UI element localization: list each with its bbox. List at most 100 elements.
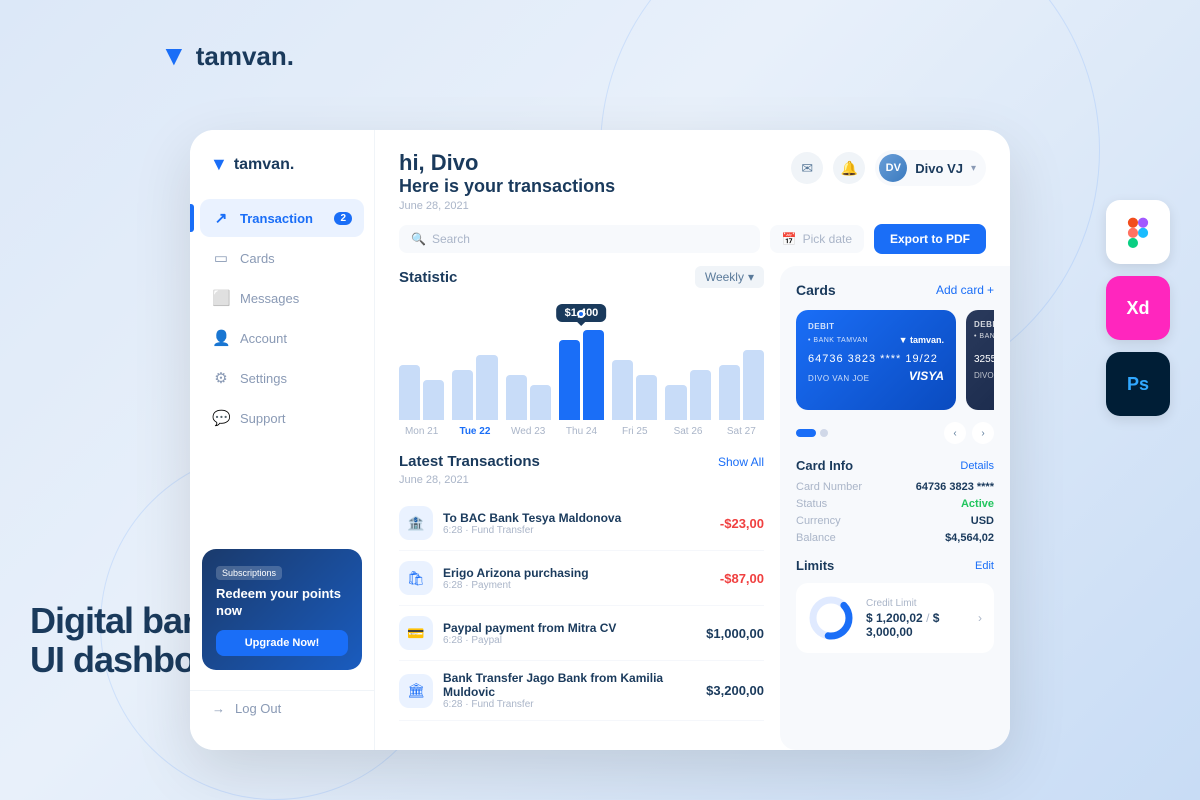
mail-icon-button[interactable]: ✉ [791, 152, 823, 184]
sidebar-item-cards[interactable]: ▭ Cards [200, 239, 364, 277]
date-picker-placeholder: Pick date [803, 232, 852, 246]
chevron-down-icon: ▾ [748, 270, 754, 284]
tx-name: Erigo Arizona purchasing [443, 566, 710, 580]
card-info-section: Card Info Details Card Number 64736 3823… [796, 458, 994, 544]
sidebar-logo: ▼ tamvan. [190, 154, 374, 199]
transaction-icon: ↗ [212, 209, 230, 227]
limits-info: Credit Limit $ 1,200,02 / $ 3,000,00 [866, 598, 966, 639]
top-logo: ▼ tamvan. [160, 40, 294, 72]
statistic-header: Statistic Weekly ▾ [399, 266, 764, 288]
tx-sub: 6:28 · Paypal [443, 635, 696, 646]
logout-label: Log Out [235, 701, 281, 716]
sidebar-item-messages[interactable]: ⬜ Messages [200, 279, 364, 317]
right-column: Cards Add card + DEBIT • BANK TAMVAN ▼ t… [780, 266, 1010, 750]
chart-label-mon: Mon 21 [399, 426, 444, 437]
notification-icon-button[interactable]: 🔔 [833, 152, 865, 184]
bar-left-active [559, 340, 580, 420]
user-name: Divo VJ [915, 161, 963, 176]
sidebar-item-account[interactable]: 👤 Account [200, 319, 364, 357]
transactions-title: Latest Transactions [399, 453, 540, 470]
bar-group-wed [506, 375, 551, 420]
credit-card-primary[interactable]: DEBIT • BANK TAMVAN ▼ tamvan. 64736 3823… [796, 310, 956, 410]
tx-amount: -$23,00 [720, 516, 764, 531]
date-picker[interactable]: 📅 Pick date [770, 225, 864, 253]
account-icon: 👤 [212, 329, 230, 347]
tx-info: Erigo Arizona purchasing 6:28 · Payment [443, 566, 710, 591]
bar-group-sat26 [665, 370, 710, 420]
tx-name: Bank Transfer Jago Bank from Kamilia Mul… [443, 671, 696, 699]
bar-left [399, 365, 420, 420]
bar-left [612, 360, 633, 420]
chart-label-tue: Tue 22 [452, 426, 497, 437]
tx-name: To BAC Bank Tesya Maldonova [443, 511, 710, 525]
sidebar-item-label: Messages [240, 291, 299, 306]
info-row-status: Status Active [796, 498, 994, 510]
search-icon: 🔍 [411, 232, 426, 246]
adobe-xd-label: Xd [1126, 298, 1149, 319]
info-label: Status [796, 498, 827, 510]
sidebar-logo-text: tamvan. [234, 156, 294, 174]
info-value: $4,564,02 [945, 532, 994, 544]
bar-right [690, 370, 711, 420]
bar-right-active [583, 330, 604, 420]
greeting-title: hi, Divo [399, 150, 615, 176]
next-arrow-button[interactable]: › [972, 422, 994, 444]
chart-label-fri: Fri 25 [612, 426, 657, 437]
upgrade-button[interactable]: Upgrade Now! [216, 630, 348, 656]
adobe-xd-icon-box: Xd [1106, 276, 1170, 340]
sidebar: ▼ tamvan. ↗ Transaction 2 ▭ Cards ⬜ Mess… [190, 130, 375, 750]
limits-header: Limits Edit [796, 558, 994, 573]
export-button[interactable]: Export to PDF [874, 224, 986, 254]
bar-group-fri [612, 360, 657, 420]
card-bank: • BANK TAMVAN [808, 337, 868, 344]
details-link[interactable]: Details [960, 460, 994, 472]
sidebar-item-settings[interactable]: ⚙ Settings [200, 359, 364, 397]
calendar-icon: 📅 [782, 232, 797, 246]
transaction-badge: 2 [334, 212, 352, 225]
credit-card-secondary[interactable]: DEBIT • BANK TA 3255 3 DIVO VA [966, 310, 994, 410]
bar-right [476, 355, 497, 420]
search-box[interactable]: 🔍 Search [399, 225, 760, 253]
sidebar-item-transaction[interactable]: ↗ Transaction 2 [200, 199, 364, 237]
chart-label-wed: Wed 23 [506, 426, 551, 437]
card-bottom: DIVO VAN JOE VISYA [808, 369, 944, 383]
bar-right [530, 385, 551, 420]
cards-title: Cards [796, 282, 836, 298]
info-row-number: Card Number 64736 3823 **** [796, 481, 994, 493]
show-all-link[interactable]: Show All [718, 455, 764, 469]
prev-arrow-button[interactable]: ‹ [944, 422, 966, 444]
bar-left [719, 365, 740, 420]
promo-title: Redeem your points now [216, 586, 348, 620]
promo-tag: Subscriptions [216, 566, 282, 580]
sidebar-item-support[interactable]: 💬 Support [200, 399, 364, 437]
bar-right [423, 380, 444, 420]
edit-limits-link[interactable]: Edit [975, 560, 994, 572]
cards-header: Cards Add card + [796, 282, 994, 298]
card-network: VISYA [909, 369, 944, 383]
tx-name: Paypal payment from Mitra CV [443, 621, 696, 635]
period-selector[interactable]: Weekly ▾ [695, 266, 764, 288]
app-icons-panel: Xd Ps [1106, 200, 1170, 416]
header-date: June 28, 2021 [399, 200, 615, 212]
logout-item[interactable]: → Log Out [190, 690, 374, 726]
promo-card: Subscriptions Redeem your points now Upg… [202, 549, 362, 670]
limits-card: Credit Limit $ 1,200,02 / $ 3,000,00 › [796, 583, 994, 653]
card-bank: • BANK TA [974, 333, 994, 340]
logout-icon: → [212, 701, 225, 716]
info-value-active: Active [961, 498, 994, 510]
transactions-date: June 28, 2021 [399, 474, 764, 486]
tx-icon-transfer: 🏛 [399, 674, 433, 708]
table-row: 🏛 Bank Transfer Jago Bank from Kamilia M… [399, 661, 764, 721]
tx-info: To BAC Bank Tesya Maldonova 6:28 · Fund … [443, 511, 710, 536]
tx-amount: -$87,00 [720, 571, 764, 586]
greeting: hi, Divo Here is your transactions June … [399, 150, 615, 212]
info-label: Card Number [796, 481, 862, 493]
user-pill[interactable]: DV Divo VJ ▾ [875, 150, 986, 186]
add-card-button[interactable]: Add card + [936, 283, 994, 297]
greeting-subtitle: Here is your transactions [399, 176, 615, 197]
nav-items: ↗ Transaction 2 ▭ Cards ⬜ Messages 👤 Acc… [190, 199, 374, 533]
chevron-down-icon: ▾ [971, 163, 976, 174]
sidebar-item-label: Settings [240, 371, 287, 386]
bar-right [743, 350, 764, 420]
tx-sub: 6:28 · Payment [443, 580, 710, 591]
